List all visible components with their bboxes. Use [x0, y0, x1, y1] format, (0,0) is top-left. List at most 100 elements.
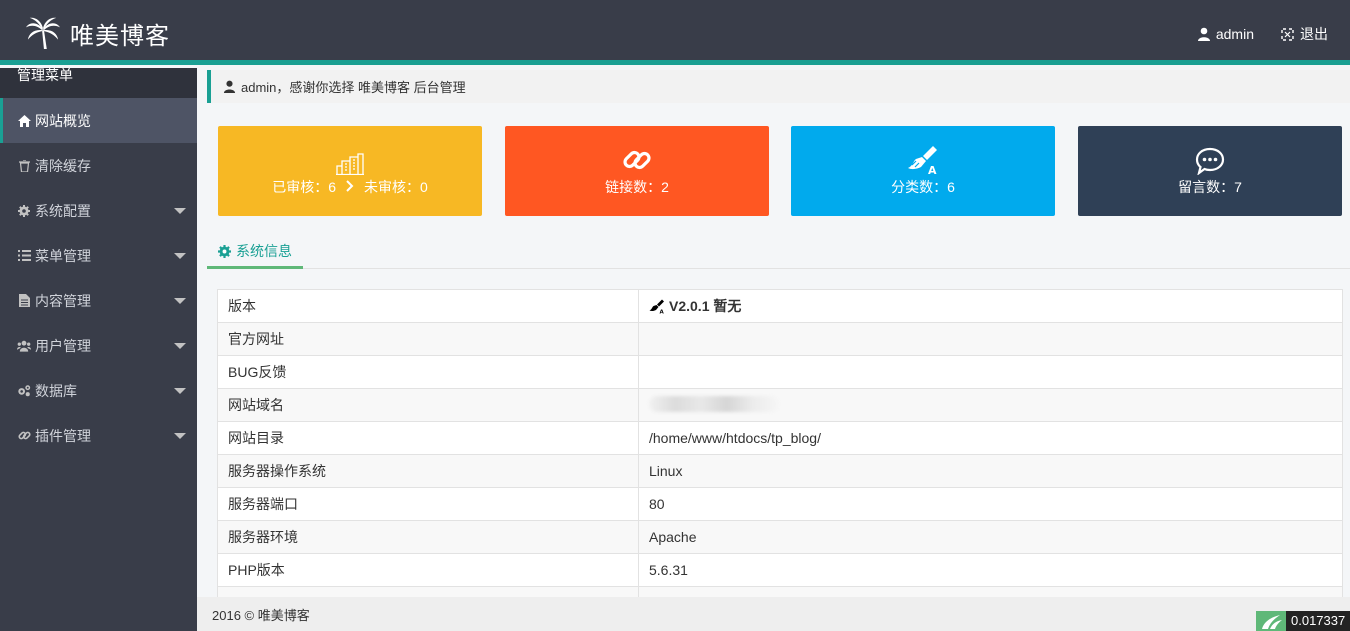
sidebar-item-label: 系统配置	[35, 202, 91, 219]
logout-icon	[1281, 27, 1294, 41]
row-value: /home/www/htdocs/tp_blog/	[638, 421, 1343, 455]
messages-card[interactable]: 留言数：7	[1078, 126, 1342, 216]
table-row: 服务器操作系统 Linux	[217, 454, 1343, 488]
gear-icon	[218, 244, 231, 258]
sidebar-item-label: 数据库	[35, 382, 77, 399]
paint-brush-icon: A	[649, 299, 665, 314]
links-count: 链接数：2	[605, 179, 669, 195]
logout-label: 退出	[1300, 26, 1328, 42]
sidebar-title: 管理菜单	[0, 68, 197, 98]
chevron-down-icon	[174, 388, 186, 394]
table-row: 服务器端口 80	[217, 487, 1343, 521]
table-row: 网站目录 /home/www/htdocs/tp_blog/	[217, 421, 1343, 455]
links-card[interactable]: 链接数：2	[505, 126, 769, 216]
sidebar-item-overview[interactable]: 网站概览	[0, 98, 197, 143]
user-name: admin	[1215, 26, 1254, 42]
sidebar-item-label: 插件管理	[35, 427, 91, 444]
sidebar-item-label: 内容管理	[35, 292, 91, 309]
audit-card[interactable]: 已审核：6 未审核：0	[218, 126, 482, 216]
row-value[interactable]	[638, 322, 1343, 356]
trace-logo-icon	[1256, 611, 1286, 631]
table-row: 版本 A V2.0.1 暂无	[217, 289, 1343, 323]
logo-text: 唯美博客	[70, 21, 170, 50]
categories-count: 分类数：6	[891, 179, 955, 195]
table-row: PHP版本 5.6.31	[217, 553, 1343, 587]
paint-brush-icon: A	[907, 145, 939, 175]
system-info-table: 版本 A V2.0.1 暂无 官方网址 BUG反馈 网站域名 网站目录 /hom…	[217, 289, 1343, 620]
logout-button[interactable]: 退出	[1280, 24, 1328, 44]
chevron-down-icon	[174, 298, 186, 304]
gear-icon	[17, 204, 31, 218]
tab-label: 系统信息	[236, 243, 292, 259]
trace-time: 0.017337	[1286, 611, 1350, 631]
version-value: V2.0.1 暂无	[669, 298, 742, 314]
row-key: 服务器操作系统	[217, 454, 639, 488]
row-value[interactable]	[638, 355, 1343, 389]
row-key: 网站域名	[217, 388, 639, 422]
sidebar-item-database[interactable]: 数据库	[0, 368, 197, 413]
messages-count: 留言数：7	[1178, 179, 1242, 195]
user-icon	[223, 80, 236, 93]
top-header: 唯美博客 admin 退出	[0, 0, 1350, 65]
welcome-text: admin，感谢你选择 唯美博客 后台管理	[241, 80, 466, 95]
row-value: Linux	[638, 454, 1343, 488]
welcome-bar: admin，感谢你选择 唯美博客 后台管理	[207, 70, 1350, 103]
main-content: admin，感谢你选择 唯美博客 后台管理 已审核：6 未审核：0 链接数：2 …	[197, 70, 1350, 620]
row-key: PHP版本	[217, 553, 639, 587]
sidebar-item-label: 用户管理	[35, 337, 91, 354]
footer: 2016 © 唯美博客	[197, 597, 1350, 631]
logo[interactable]: 唯美博客	[24, 14, 170, 52]
list-icon	[17, 249, 31, 263]
table-row: 官方网址	[217, 322, 1343, 356]
pending-count: 未审核：0	[364, 179, 428, 195]
row-value: A V2.0.1 暂无	[638, 289, 1343, 323]
sidebar-item-content-management[interactable]: 内容管理	[0, 278, 197, 323]
table-row: BUG反馈	[217, 355, 1343, 389]
copyright-text: 2016 © 唯美博客	[212, 607, 310, 623]
categories-card[interactable]: A 分类数：6	[791, 126, 1055, 216]
sidebar-item-plugin-management[interactable]: 插件管理	[0, 413, 197, 458]
file-icon	[17, 294, 31, 308]
row-key: 服务器端口	[217, 487, 639, 521]
sidebar-item-clear-cache[interactable]: 清除缓存	[0, 143, 197, 188]
sidebar-item-user-management[interactable]: 用户管理	[0, 323, 197, 368]
approved-count: 已审核：6	[272, 179, 336, 195]
home-icon	[17, 114, 31, 128]
sidebar: 管理菜单 网站概览 清除缓存 系统配置 菜单管理 内容管理 用户管理 数据库 插…	[0, 68, 197, 631]
link-icon	[622, 145, 652, 175]
user-menu[interactable]: admin	[1197, 26, 1254, 42]
svg-text:A: A	[660, 309, 665, 314]
chevron-down-icon	[174, 343, 186, 349]
sidebar-item-label: 网站概览	[35, 112, 91, 129]
tab-system-info[interactable]: 系统信息	[207, 236, 303, 269]
table-row: 服务器环境 Apache	[217, 520, 1343, 554]
svg-text:A: A	[928, 164, 937, 175]
chevron-right-icon	[346, 179, 354, 195]
row-key: 网站目录	[217, 421, 639, 455]
sidebar-item-label: 清除缓存	[35, 157, 91, 174]
palm-tree-icon	[26, 17, 60, 50]
page-trace-badge[interactable]: 0.017337	[1256, 611, 1350, 631]
chevron-down-icon	[174, 208, 186, 214]
chevron-down-icon	[174, 433, 186, 439]
row-value: Apache	[638, 520, 1343, 554]
trash-icon	[17, 159, 31, 173]
link-icon	[17, 429, 31, 443]
user-icon	[1197, 27, 1210, 41]
row-key: BUG反馈	[217, 355, 639, 389]
building-icon	[336, 145, 364, 175]
table-row: 网站域名	[217, 388, 1343, 422]
users-icon	[17, 339, 31, 353]
chat-icon	[1195, 145, 1225, 175]
cogs-icon	[17, 384, 31, 398]
sidebar-item-label: 菜单管理	[35, 247, 91, 264]
sidebar-item-system-config[interactable]: 系统配置	[0, 188, 197, 233]
redacted-domain	[649, 395, 779, 412]
row-key: 服务器环境	[217, 520, 639, 554]
row-value: 80	[638, 487, 1343, 521]
row-key: 版本	[217, 289, 639, 323]
row-value: 5.6.31	[638, 553, 1343, 587]
tab-bar: 系统信息	[207, 236, 1350, 269]
row-key: 官方网址	[217, 322, 639, 356]
sidebar-item-menu-management[interactable]: 菜单管理	[0, 233, 197, 278]
